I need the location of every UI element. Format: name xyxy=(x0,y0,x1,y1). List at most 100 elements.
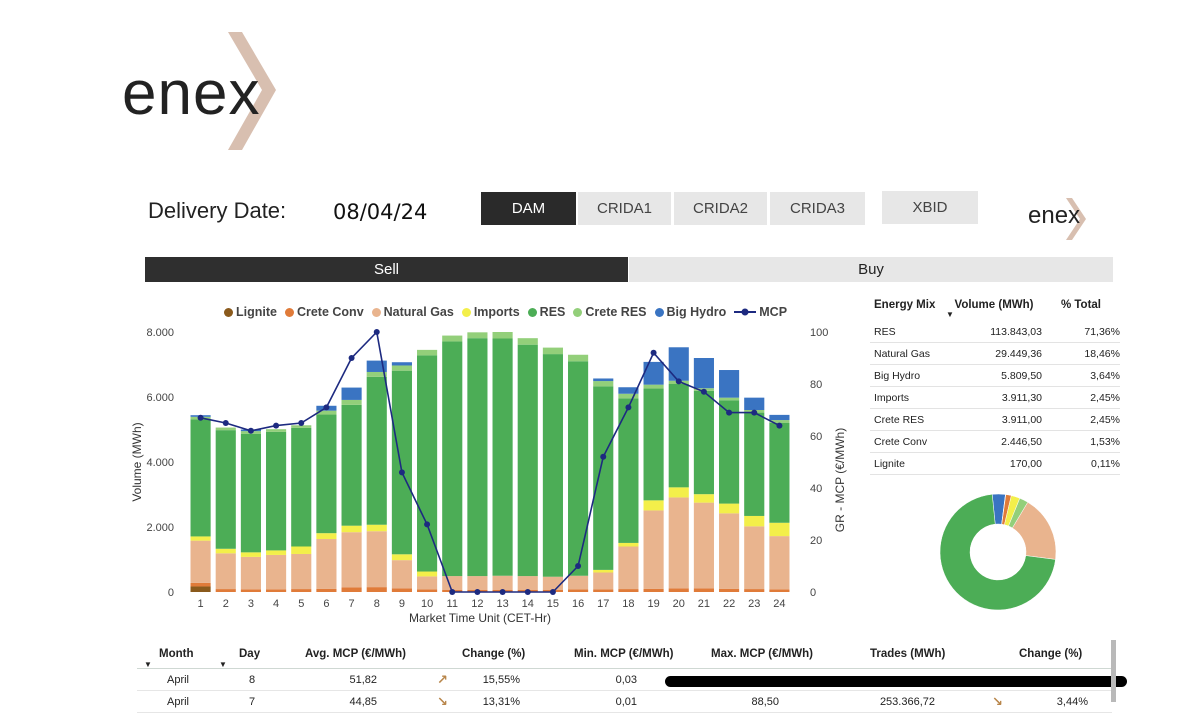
enex-small-logo: enex xyxy=(1026,196,1096,242)
bar-segment-crete-conv xyxy=(190,582,211,587)
bar-segment-res xyxy=(643,388,664,501)
legend-imports: Imports xyxy=(461,305,520,319)
tab-xbid[interactable]: XBID xyxy=(882,191,978,224)
mix-row[interactable]: Big Hydro 5.809,50 3,64% xyxy=(870,365,1120,387)
tab-buy[interactable]: Buy xyxy=(629,257,1113,282)
bar-segment-imports xyxy=(668,487,689,498)
bar-segment-crete-res xyxy=(643,384,664,389)
bar-segment-big-hydro xyxy=(668,347,689,381)
trade-day: 8 xyxy=(249,673,256,686)
bar-segment-natural-gas xyxy=(668,497,689,589)
bar-segment-imports xyxy=(215,548,236,554)
mcp-point xyxy=(726,409,733,416)
x-tick-label: 12 xyxy=(471,598,483,610)
bar-segment-res xyxy=(744,412,765,516)
mcp-point xyxy=(700,388,707,395)
mcp-point xyxy=(298,420,305,426)
bar-segment-big-hydro xyxy=(391,362,412,366)
mcp-point xyxy=(575,563,582,569)
col-month[interactable]: Month xyxy=(159,640,193,668)
bar-segment-crete-res xyxy=(391,365,412,371)
bar-segment-natural-gas xyxy=(492,575,513,590)
bar-segment-crete-conv xyxy=(266,589,287,592)
bar-segment-crete-res xyxy=(442,335,463,342)
x-tick-label: 6 xyxy=(323,598,329,610)
bar-segment-natural-gas xyxy=(769,536,790,590)
enex-logo: enex xyxy=(118,28,308,158)
mcp-point xyxy=(273,422,280,429)
x-tick-label: 9 xyxy=(399,598,405,610)
bar-segment-imports xyxy=(316,533,337,540)
bar-segment-natural-gas xyxy=(291,553,312,590)
col-max-mcp[interactable]: Max. MCP (€/MWh) xyxy=(711,640,813,668)
bar-segment-imports xyxy=(240,552,261,557)
col-trades[interactable]: Trades (MWh) xyxy=(870,640,945,668)
mix-row[interactable]: Natural Gas 29.449,36 18,46% xyxy=(870,343,1120,365)
y2-tick-label: 0 xyxy=(810,587,816,599)
bar-segment-imports xyxy=(719,503,740,514)
bar-segment-crete-conv xyxy=(693,588,714,592)
y2-tick-label: 20 xyxy=(810,535,822,547)
tab-crida3[interactable]: CRIDA3 xyxy=(770,192,865,225)
col-change-trades[interactable]: Change (%) xyxy=(1019,640,1082,668)
mix-row[interactable]: RES 113.843,03 71,36% xyxy=(870,321,1120,343)
col-avg-mcp[interactable]: Avg. MCP (€/MWh) xyxy=(305,640,406,668)
col-min-mcp[interactable]: Min. MCP (€/MWh) xyxy=(574,640,673,668)
bar-segment-res xyxy=(719,400,740,504)
bar-segment-res xyxy=(417,355,438,572)
mcp-point xyxy=(197,414,204,421)
mix-pct: 2,45% xyxy=(1090,391,1120,404)
tab-crida1[interactable]: CRIDA1 xyxy=(578,192,671,225)
bar-segment-natural-gas xyxy=(391,560,412,589)
table-scrollbar[interactable] xyxy=(1111,640,1116,702)
delivery-date-value[interactable]: 08/04/24 xyxy=(333,200,427,224)
mix-row[interactable]: Imports 3.911,30 2,45% xyxy=(870,387,1120,409)
legend-crete-conv: Crete Conv xyxy=(284,305,364,319)
mix-name: Crete Conv xyxy=(874,435,928,448)
bar-segment-crete-conv xyxy=(316,588,337,592)
mix-row[interactable]: Crete RES 3.911,00 2,45% xyxy=(870,409,1120,431)
col-day[interactable]: Day xyxy=(239,640,260,668)
col-change[interactable]: Change (%) xyxy=(462,640,525,668)
mix-name: RES xyxy=(874,325,896,338)
mix-volume: 170,00 xyxy=(1009,457,1042,470)
mix-header-name[interactable]: Energy Mix xyxy=(870,299,946,311)
bar-segment-crete-res xyxy=(215,427,236,431)
bar-segment-big-hydro xyxy=(643,361,664,385)
bar-segment-res xyxy=(693,390,714,495)
mix-pct: 1,53% xyxy=(1090,435,1120,448)
mcp-point xyxy=(675,378,682,385)
bar-segment-imports xyxy=(593,569,614,573)
bar-segment-crete-conv xyxy=(417,589,438,592)
bar-segment-res xyxy=(366,376,387,525)
bar-segment-crete-res xyxy=(467,332,488,339)
mix-header-pct[interactable]: % Total xyxy=(1042,299,1120,311)
mix-name: Lignite xyxy=(874,457,905,470)
table-row[interactable]: April 7 44,85 13,31% 0,01 88,50 253.366,72 3,44… xyxy=(137,691,1112,713)
bar-segment-imports xyxy=(291,546,312,554)
bar-segment-res xyxy=(316,414,337,534)
bar-segment-natural-gas xyxy=(366,531,387,588)
bar-segment-natural-gas xyxy=(593,572,614,590)
mix-row[interactable]: Crete Conv 2.446,50 1,53% xyxy=(870,431,1120,453)
mix-volume: 5.809,50 xyxy=(1001,369,1042,382)
tab-crida2[interactable]: CRIDA2 xyxy=(674,192,767,225)
x-tick-label: 11 xyxy=(447,598,458,610)
tab-sell[interactable]: Sell xyxy=(145,257,628,282)
mix-name: Crete RES xyxy=(874,413,925,426)
bar-segment-res xyxy=(517,344,538,577)
bar-segment-crete-res xyxy=(341,399,362,405)
tab-dam[interactable]: DAM xyxy=(481,192,576,225)
mix-header-volume[interactable]: Volume (MWh) ▼ xyxy=(946,299,1042,319)
bar-segment-crete-conv xyxy=(643,588,664,592)
bar-segment-res xyxy=(266,431,287,551)
mcp-point xyxy=(247,427,254,434)
bar-segment-imports xyxy=(366,524,387,532)
bar-segment-imports xyxy=(618,542,639,547)
bar-segment-big-hydro xyxy=(769,414,790,421)
bar-segment-crete-conv xyxy=(593,589,614,592)
mcp-point xyxy=(549,589,556,595)
bar-segment-natural-gas xyxy=(517,576,538,590)
mcp-point xyxy=(323,404,330,411)
mix-row[interactable]: Lignite 170,00 0,11% xyxy=(870,453,1120,475)
